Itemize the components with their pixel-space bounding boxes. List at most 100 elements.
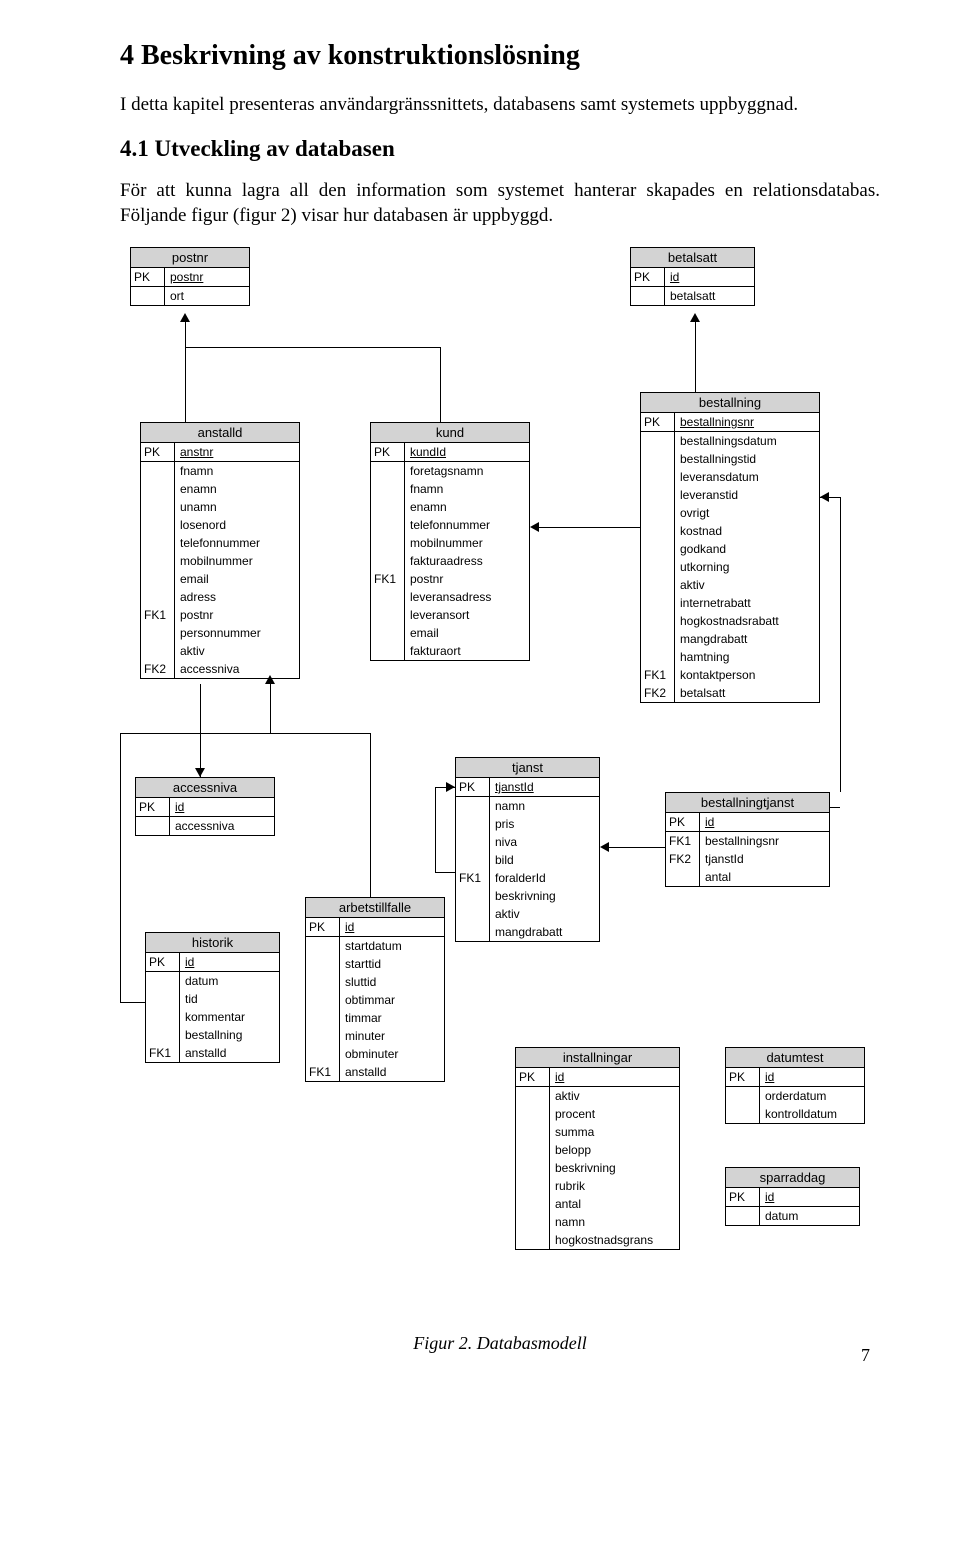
entity-title: betalsatt bbox=[631, 248, 754, 268]
key-col: FK2 bbox=[666, 850, 700, 868]
entity-title: historik bbox=[146, 933, 279, 953]
pk-name: kundId bbox=[405, 443, 529, 461]
attr: leveransadress bbox=[405, 588, 529, 606]
entity-title: tjanst bbox=[456, 758, 599, 778]
rel-line bbox=[270, 684, 271, 734]
attr: mangdrabatt bbox=[490, 923, 599, 941]
attr: orderdatum bbox=[760, 1087, 864, 1105]
attr: rubrik bbox=[550, 1177, 679, 1195]
rel-line bbox=[435, 872, 455, 873]
attr: aktiv bbox=[550, 1087, 679, 1105]
rel-line bbox=[120, 733, 121, 1003]
attr: postnr bbox=[175, 606, 299, 624]
arrow-icon bbox=[690, 313, 700, 322]
pk-name: id bbox=[760, 1068, 864, 1086]
attr: anstalld bbox=[180, 1044, 279, 1062]
pk-label: PK bbox=[456, 778, 490, 796]
entity-postnr: postnr PKpostnr ort bbox=[130, 247, 250, 306]
key-col bbox=[306, 1027, 340, 1045]
key-col: FK1 bbox=[456, 869, 490, 887]
key-col bbox=[141, 462, 175, 480]
attr: mangdrabatt bbox=[675, 630, 819, 648]
entity-title: arbetstillfalle bbox=[306, 898, 444, 918]
key-col bbox=[456, 833, 490, 851]
rel-line bbox=[840, 497, 841, 792]
attr: hamtning bbox=[675, 648, 819, 666]
key-col bbox=[456, 923, 490, 941]
attr: bestallningsdatum bbox=[675, 432, 819, 450]
key-col bbox=[666, 868, 700, 886]
attr: leveransort bbox=[405, 606, 529, 624]
key-col bbox=[306, 937, 340, 955]
attr: mobilnummer bbox=[175, 552, 299, 570]
arrow-icon bbox=[530, 522, 539, 532]
key-col bbox=[516, 1213, 550, 1231]
entity-title: anstalld bbox=[141, 423, 299, 443]
key-col bbox=[456, 905, 490, 923]
attr: beskrivning bbox=[490, 887, 599, 905]
pk-name: id bbox=[665, 268, 754, 286]
attr: hogkostnadsgrans bbox=[550, 1231, 679, 1249]
attr: postnr bbox=[405, 570, 529, 588]
key-col bbox=[516, 1087, 550, 1105]
attr: starttid bbox=[340, 955, 444, 973]
key-col bbox=[371, 624, 405, 642]
attr: godkand bbox=[675, 540, 819, 558]
pk-label: PK bbox=[146, 953, 180, 971]
attr: fnamn bbox=[175, 462, 299, 480]
key-col: FK1 bbox=[666, 832, 700, 850]
attr: utkorning bbox=[675, 558, 819, 576]
key-col bbox=[516, 1105, 550, 1123]
attr: accessniva bbox=[175, 660, 299, 678]
attr: beskrivning bbox=[550, 1159, 679, 1177]
rel-line bbox=[830, 807, 840, 808]
key-col bbox=[641, 540, 675, 558]
attr: internetrabatt bbox=[675, 594, 819, 612]
attr: belopp bbox=[550, 1141, 679, 1159]
attr: datum bbox=[760, 1207, 859, 1225]
pk-label: PK bbox=[371, 443, 405, 461]
pk-name: id bbox=[700, 813, 829, 831]
entity-bestallning: bestallning PKbestallningsnr bestallning… bbox=[640, 392, 820, 703]
key-col bbox=[146, 990, 180, 1008]
entity-title: accessniva bbox=[136, 778, 274, 798]
key-col bbox=[141, 516, 175, 534]
key-col bbox=[141, 642, 175, 660]
key-col bbox=[146, 1026, 180, 1044]
pk-label: PK bbox=[136, 798, 170, 816]
attr: telefonnummer bbox=[175, 534, 299, 552]
attr: obtimmar bbox=[340, 991, 444, 1009]
rel-line bbox=[609, 847, 665, 848]
key-col: FK1 bbox=[141, 606, 175, 624]
key-col: FK1 bbox=[371, 570, 405, 588]
attr: personnummer bbox=[175, 624, 299, 642]
attr: procent bbox=[550, 1105, 679, 1123]
pk-label: PK bbox=[726, 1068, 760, 1086]
attr: accessniva bbox=[170, 817, 274, 835]
figure-caption: Figur 2. Databasmodell bbox=[120, 1333, 880, 1354]
entity-kund: kund PKkundId foretagsnamn fnamn enamn t… bbox=[370, 422, 530, 661]
attr: telefonnummer bbox=[405, 516, 529, 534]
key-col bbox=[141, 624, 175, 642]
rel-line bbox=[120, 1002, 145, 1003]
key-col bbox=[371, 642, 405, 660]
rel-line bbox=[440, 347, 441, 422]
attr: foralderId bbox=[490, 869, 599, 887]
key-col: FK1 bbox=[641, 666, 675, 684]
pk-name: tjanstId bbox=[490, 778, 599, 796]
attr: mobilnummer bbox=[405, 534, 529, 552]
attr: tjanstId bbox=[700, 850, 829, 868]
key-col bbox=[516, 1195, 550, 1213]
attr: email bbox=[405, 624, 529, 642]
arrow-icon bbox=[265, 675, 275, 684]
key-col bbox=[516, 1177, 550, 1195]
attr: tid bbox=[180, 990, 279, 1008]
pk-name: bestallningsnr bbox=[675, 413, 819, 431]
arrow-icon bbox=[195, 768, 205, 777]
key-col bbox=[456, 815, 490, 833]
attr: enamn bbox=[175, 480, 299, 498]
attr: minuter bbox=[340, 1027, 444, 1045]
key-col bbox=[141, 480, 175, 498]
key-col bbox=[516, 1141, 550, 1159]
key-col bbox=[516, 1123, 550, 1141]
